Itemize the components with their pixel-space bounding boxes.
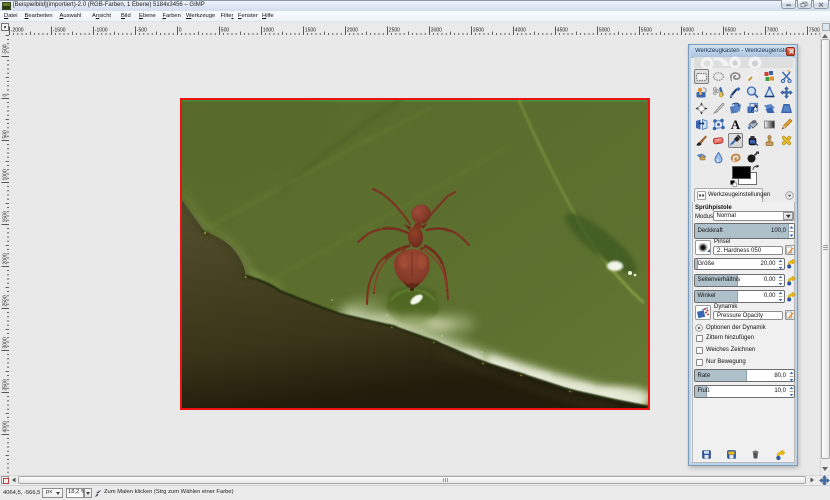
svg-text:5500: 5500 — [641, 28, 652, 34]
svg-text:3000: 3000 — [3, 337, 9, 348]
svg-text:2000: 2000 — [347, 28, 358, 34]
svg-text:6500: 6500 — [725, 28, 736, 34]
svg-text:1500: 1500 — [3, 211, 9, 222]
svg-text:1500: 1500 — [305, 28, 316, 34]
svg-text:2500: 2500 — [389, 28, 400, 34]
svg-text:500: 500 — [221, 28, 230, 34]
svg-text:4000: 4000 — [3, 421, 9, 432]
svg-text:1000: 1000 — [3, 169, 9, 180]
svg-text:5000: 5000 — [599, 28, 610, 34]
svg-text:-1500: -1500 — [53, 28, 66, 34]
svg-text:-2000: -2000 — [11, 28, 24, 34]
svg-text:7000: 7000 — [767, 28, 778, 34]
svg-text:7500: 7500 — [809, 28, 820, 34]
svg-text:3500: 3500 — [3, 379, 9, 390]
svg-text:6000: 6000 — [683, 28, 694, 34]
svg-text:-500: -500 — [3, 44, 9, 54]
svg-text:1000: 1000 — [263, 28, 274, 34]
svg-text:3000: 3000 — [431, 28, 442, 34]
svg-text:4000: 4000 — [515, 28, 526, 34]
svg-text:0: 0 — [179, 28, 182, 34]
svg-text:3500: 3500 — [473, 28, 484, 34]
svg-text:4500: 4500 — [557, 28, 568, 34]
svg-text:A: A — [731, 118, 741, 131]
svg-text:-1000: -1000 — [95, 28, 108, 34]
svg-text:2500: 2500 — [3, 295, 9, 306]
svg-text:500: 500 — [3, 130, 9, 139]
svg-text:0: 0 — [3, 94, 9, 97]
svg-text:-500: -500 — [137, 28, 147, 34]
svg-text:2000: 2000 — [3, 253, 9, 264]
